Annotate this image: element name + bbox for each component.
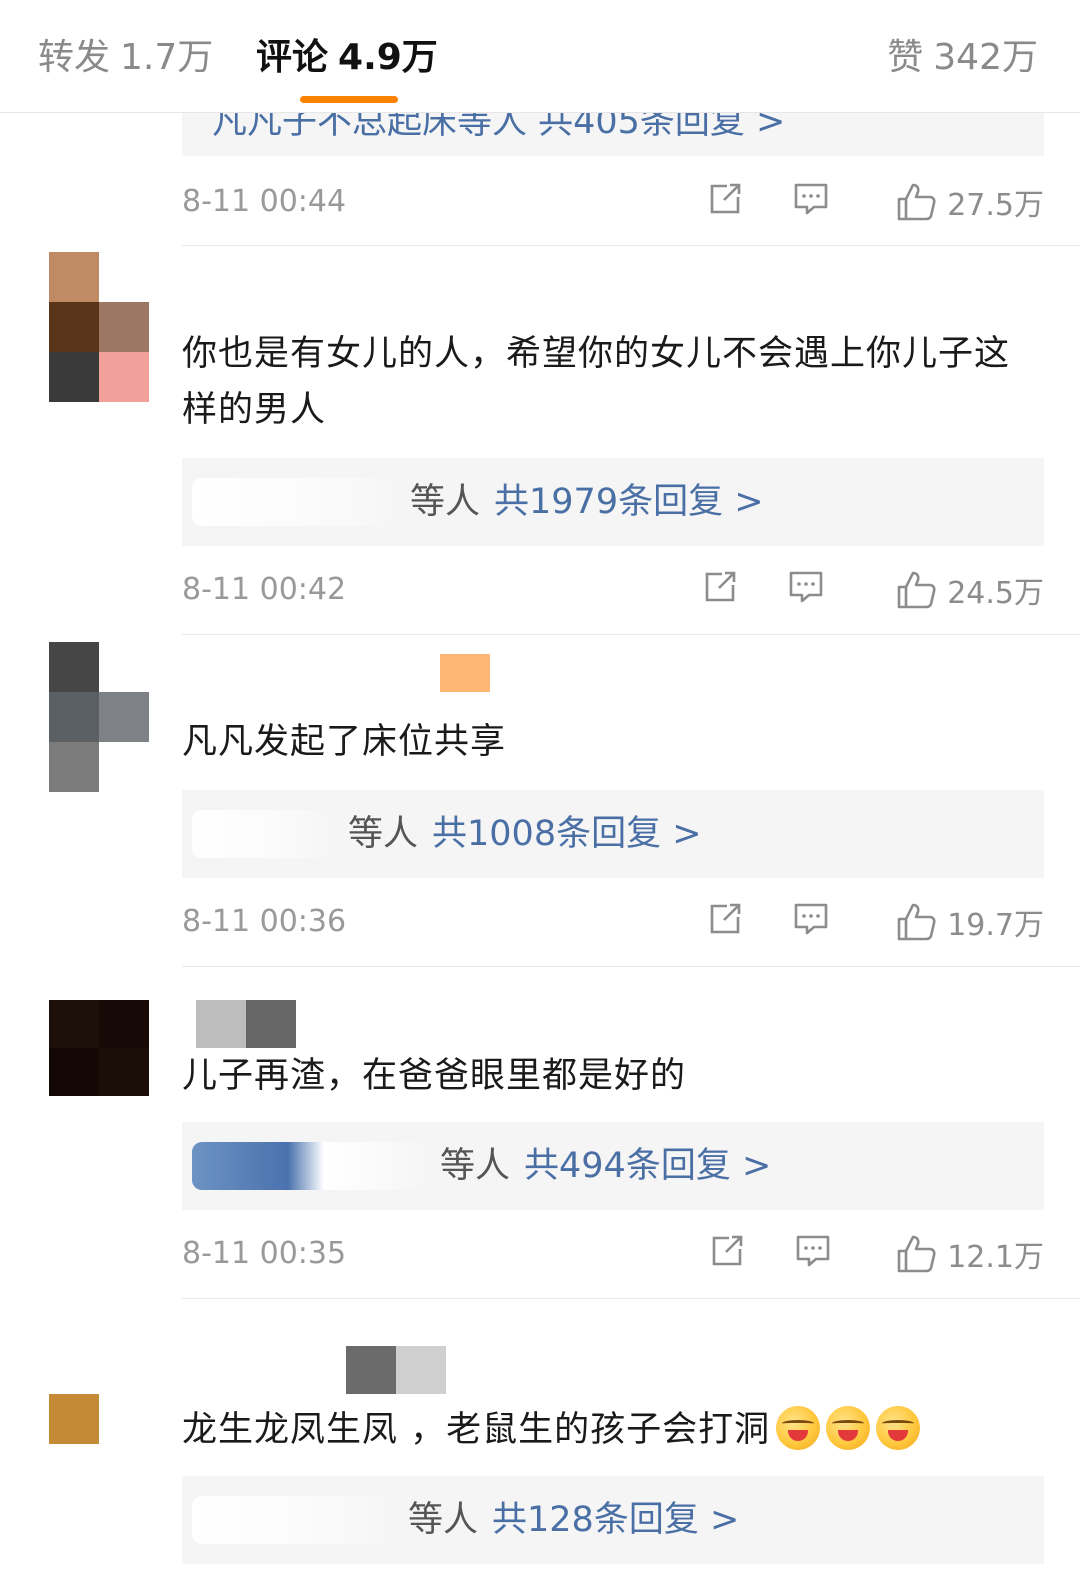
avatar[interactable] [49, 1394, 149, 1444]
like-count: 24.5万 [947, 576, 1044, 611]
reply-count-link[interactable]: 共1008条回复 > [432, 814, 702, 854]
tab-forward[interactable]: 转发 1.7万 [38, 30, 213, 86]
repost-icon[interactable] [706, 180, 744, 224]
drooling-face-emoji-icon [876, 1406, 921, 1450]
reply-summary-text: 等人 共128条回复 > [408, 1492, 739, 1548]
comment-text: 龙生龙凤生凤 ，老鼠生的孩子会打洞 [182, 1402, 1022, 1458]
comment-time: 8-11 00:42 [182, 572, 347, 607]
reply-summary-box[interactable]: 等人 共494条回复 > [182, 1122, 1044, 1210]
reply-summary-text: 等人 共1979条回复 > [410, 474, 764, 530]
reply-count-link[interactable]: 共128条回复 > [492, 1500, 739, 1540]
tab-likes[interactable]: 赞 342万 [887, 30, 1038, 86]
active-tab-indicator [300, 96, 398, 103]
reply-users-label: 等人 [410, 482, 481, 522]
comment-icon[interactable] [792, 180, 830, 224]
reply-count-link[interactable]: 共1979条回复 > [494, 482, 764, 522]
comment-meta-bar: 8-11 00:42 24.5万 [182, 562, 1044, 618]
drooling-face-emoji-icon [826, 1406, 871, 1450]
like-count: 12.1万 [947, 1240, 1044, 1275]
tab-comments[interactable]: 评论 4.9万 [256, 30, 438, 86]
comment-meta-bar: 8-11 00:44 27.5万 [182, 174, 1044, 230]
reply-user-blur [192, 1496, 392, 1544]
reply-user-blur [192, 810, 332, 858]
repost-icon[interactable] [708, 1232, 746, 1276]
comment-time: 8-11 00:36 [182, 904, 347, 939]
username-blur[interactable] [346, 1346, 446, 1398]
comment-tab-bar: 转发 1.7万 评论 4.9万 赞 342万 [0, 0, 1080, 113]
avatar[interactable] [49, 642, 149, 792]
tab-likes-count: 342万 [933, 37, 1038, 78]
like-count: 19.7万 [947, 908, 1044, 943]
comment-text: 你也是有女儿的人，希望你的女儿不会遇上你儿子这样的男人 [182, 334, 1011, 430]
thumbs-up-icon [897, 1235, 936, 1273]
reply-summary-box[interactable]: 等人 共1979条回复 > [182, 458, 1044, 546]
tab-comments-count: 4.9万 [338, 37, 438, 78]
reply-summary-text: 等人 共1008条回复 > [348, 806, 702, 862]
comment-icon[interactable] [794, 1232, 832, 1276]
comment-icon[interactable] [787, 568, 825, 612]
like-button[interactable]: 27.5万 [895, 178, 1044, 226]
reply-summary-box[interactable]: 等人 共128条回复 > [182, 1476, 1044, 1564]
reply-summary-text: 等人 共494条回复 > [440, 1138, 771, 1194]
like-count: 27.5万 [947, 188, 1044, 223]
tab-forward-label: 转发 [38, 37, 111, 78]
reply-summary-box[interactable]: 等人 共1008条回复 > [182, 790, 1044, 878]
like-button[interactable]: 12.1万 [895, 1230, 1044, 1278]
thumbs-up-icon [897, 183, 936, 221]
reply-count-link[interactable]: 共494条回复 > [524, 1146, 771, 1186]
avatar[interactable] [49, 1000, 149, 1096]
tab-comments-label: 评论 [256, 37, 329, 78]
comment-time: 8-11 00:35 [182, 1236, 347, 1271]
comment-text: 儿子再渣，在爸爸眼里都是好的 [182, 1056, 687, 1096]
repost-icon[interactable] [706, 900, 744, 944]
tab-likes-label: 赞 [887, 37, 924, 78]
reply-user-blur [192, 478, 402, 526]
like-button[interactable]: 19.7万 [895, 898, 1044, 946]
username-blur[interactable] [440, 654, 490, 696]
drooling-face-emoji-icon [776, 1406, 821, 1450]
reply-users-label: 等人 [440, 1146, 511, 1186]
reply-users-label: 等人 [408, 1500, 479, 1540]
reply-user-blur [192, 1142, 432, 1190]
comment-text-body: 龙生龙凤生凤 ，老鼠生的孩子会打洞 [182, 1410, 771, 1450]
comment-divider [182, 1298, 1080, 1299]
tab-forward-count: 1.7万 [120, 37, 214, 78]
comment-divider [182, 966, 1080, 967]
comment-meta-bar: 8-11 00:36 19.7万 [182, 894, 1044, 950]
like-button[interactable]: 24.5万 [895, 566, 1044, 614]
comment-time: 8-11 00:44 [182, 184, 347, 219]
reply-users-label: 等人 [348, 814, 419, 854]
repost-icon[interactable] [701, 568, 739, 612]
comment-meta-bar: 8-11 00:35 12.1万 [182, 1226, 1044, 1282]
username-blur[interactable] [196, 1000, 296, 1052]
avatar[interactable] [49, 252, 149, 402]
comment-divider [182, 634, 1080, 635]
thumbs-up-icon [897, 571, 936, 609]
comment-text: 凡凡发起了床位共享 [182, 722, 507, 762]
thumbs-up-icon [897, 903, 936, 941]
comment-icon[interactable] [792, 900, 830, 944]
comment-divider [182, 245, 1080, 246]
